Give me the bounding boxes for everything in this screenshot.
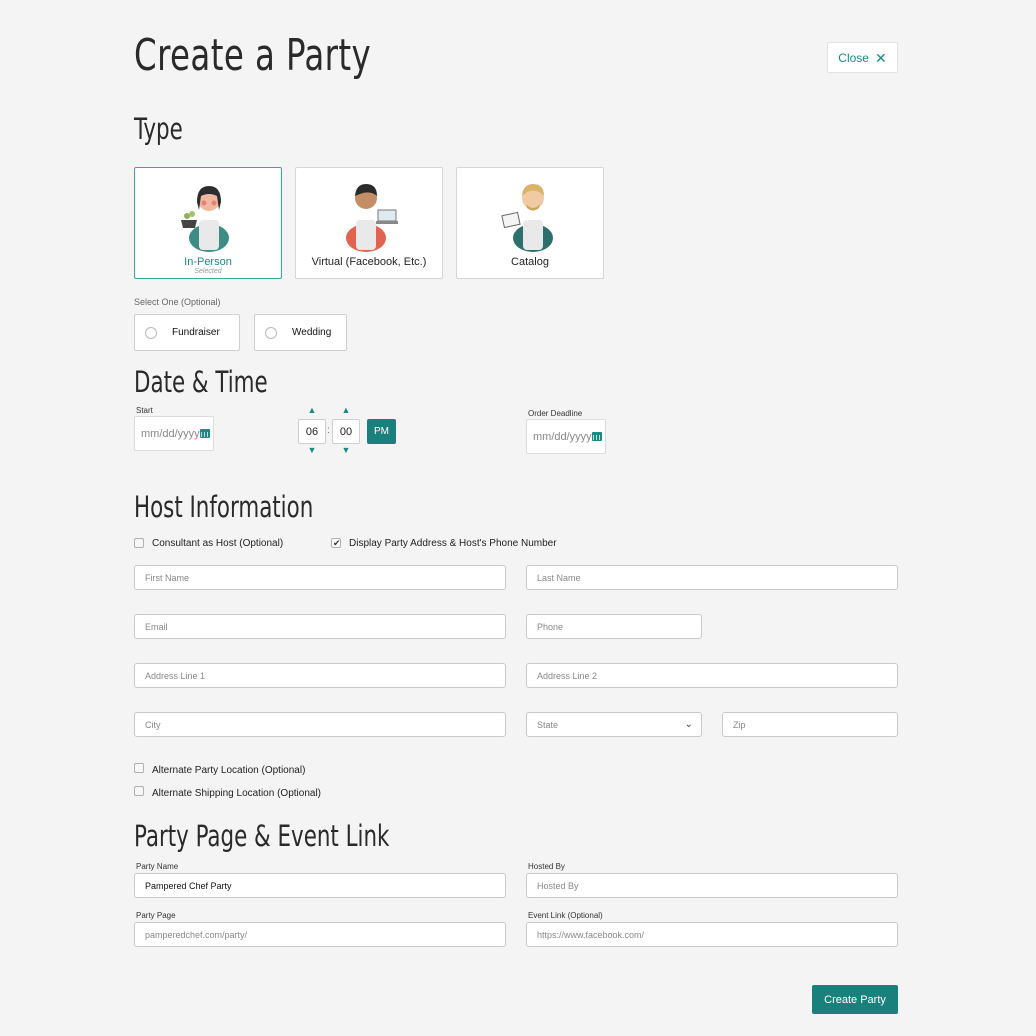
- option-label: Wedding: [292, 327, 332, 338]
- order-deadline-label: Order Deadline: [528, 409, 583, 418]
- create-party-button[interactable]: Create Party: [812, 985, 898, 1014]
- time-separator: :: [327, 425, 330, 436]
- hosted-by-field[interactable]: Hosted By: [526, 873, 898, 898]
- party-page-label: Party Page: [136, 911, 176, 920]
- start-date-placeholder: mm/dd/yyyy: [141, 427, 200, 440]
- alt-party-location-checkbox[interactable]: [134, 763, 144, 773]
- wedding-option[interactable]: Wedding: [254, 314, 347, 351]
- type-card-in-person[interactable]: In-Person Selected: [134, 167, 282, 279]
- fundraiser-option[interactable]: Fundraiser: [134, 314, 240, 351]
- state-select[interactable]: State ⌄: [526, 712, 702, 737]
- selected-indicator: Selected: [194, 268, 222, 275]
- alt-shipping-location-label: Alternate Shipping Location (Optional): [152, 788, 321, 799]
- date-time-heading: Date & Time: [134, 365, 268, 399]
- wedding-radio[interactable]: [265, 327, 277, 339]
- start-label: Start: [136, 406, 153, 415]
- event-link-label: Event Link (Optional): [528, 911, 603, 920]
- type-card-catalog[interactable]: Catalog: [456, 167, 604, 279]
- alt-party-location-label: Alternate Party Location (Optional): [152, 765, 306, 776]
- close-label: Close: [838, 50, 869, 65]
- party-name-field[interactable]: Pampered Chef Party: [134, 873, 506, 898]
- close-icon: ✕: [874, 49, 887, 66]
- consultant-as-host-label: Consultant as Host (Optional): [152, 538, 284, 549]
- address-line-2-field[interactable]: Address Line 2: [526, 663, 898, 688]
- address-line-1-field[interactable]: Address Line 1: [134, 663, 506, 688]
- event-link-field[interactable]: https://www.facebook.com/: [526, 922, 898, 947]
- type-card-label: Virtual (Facebook, Etc.): [311, 256, 427, 268]
- hour-up-chevron-up-icon[interactable]: ▲: [298, 405, 326, 415]
- type-card-label: In-Person: [184, 256, 232, 268]
- order-deadline-input[interactable]: mm/dd/yyyy: [526, 419, 606, 454]
- chevron-down-icon: ⌄: [684, 719, 693, 730]
- page-title: Create a Party: [134, 30, 372, 81]
- host-info-heading: Host Information: [134, 490, 314, 524]
- state-select-value: State: [537, 719, 559, 730]
- in-person-host-illustration: [181, 186, 229, 252]
- deadline-date-placeholder: mm/dd/yyyy: [533, 430, 592, 443]
- type-heading: Type: [134, 112, 183, 146]
- calendar-icon[interactable]: [592, 432, 602, 441]
- start-date-input[interactable]: mm/dd/yyyy: [134, 416, 214, 451]
- alt-shipping-location-checkbox[interactable]: [134, 786, 144, 796]
- catalog-host-illustration: [501, 184, 553, 252]
- last-name-field[interactable]: Last Name: [526, 565, 898, 590]
- calendar-icon[interactable]: [200, 429, 210, 438]
- zip-field[interactable]: Zip: [722, 712, 898, 737]
- party-page-field[interactable]: pamperedchef.com/party/: [134, 922, 506, 947]
- minute-input[interactable]: 00: [332, 419, 360, 444]
- first-name-field[interactable]: First Name: [134, 565, 506, 590]
- phone-field[interactable]: Phone: [526, 614, 702, 639]
- virtual-host-illustration: [346, 184, 398, 252]
- close-button[interactable]: Close ✕: [827, 42, 898, 73]
- type-card-label: Catalog: [511, 256, 549, 268]
- display-address-label: Display Party Address & Host's Phone Num…: [349, 538, 557, 549]
- consultant-as-host-checkbox[interactable]: [134, 538, 144, 548]
- party-page-heading: Party Page & Event Link: [134, 819, 390, 853]
- fundraiser-radio[interactable]: [145, 327, 157, 339]
- hour-down-chevron-down-icon[interactable]: ▼: [298, 445, 326, 455]
- minute-up-chevron-up-icon[interactable]: ▲: [332, 405, 360, 415]
- hour-input[interactable]: 06: [298, 419, 326, 444]
- type-card-virtual[interactable]: Virtual (Facebook, Etc.): [295, 167, 443, 279]
- option-label: Fundraiser: [172, 327, 220, 338]
- hosted-by-label: Hosted By: [528, 862, 565, 871]
- display-address-checkbox[interactable]: [331, 538, 341, 548]
- meridiem-toggle-button[interactable]: PM: [367, 419, 396, 444]
- select-one-label: Select One (Optional): [134, 297, 221, 307]
- email-field[interactable]: Email: [134, 614, 506, 639]
- party-name-label: Party Name: [136, 862, 179, 871]
- minute-down-chevron-down-icon[interactable]: ▼: [332, 445, 360, 455]
- city-field[interactable]: City: [134, 712, 506, 737]
